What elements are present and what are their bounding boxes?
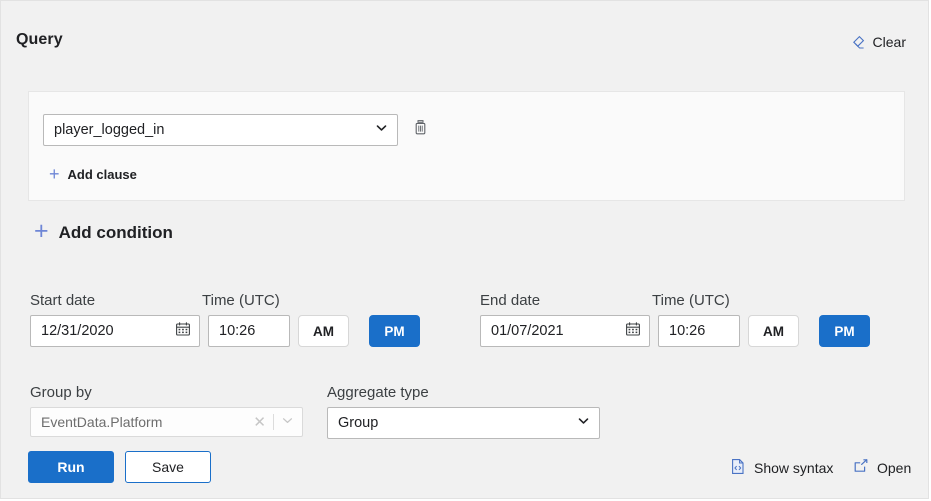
end-date-label: End date [480,292,541,309]
event-select[interactable]: player_logged_in [43,114,398,146]
add-clause-label: Add clause [67,166,137,182]
aggregate-type-label: Aggregate type [327,384,429,401]
add-condition-button[interactable]: + Add condition [34,217,173,245]
close-icon[interactable]: ✕ [253,415,266,430]
chevron-down-icon [375,122,388,139]
panel-header: Query Clear [1,1,928,73]
start-date-label: Start date [30,292,96,309]
start-time-value: 10:26 [219,323,256,339]
divider [273,414,274,430]
start-am-button[interactable]: AM [298,315,349,347]
start-date-value: 12/31/2020 [41,323,114,339]
end-datetime-group: End date Time (UTC) 01/07/2021 10:26 AM … [480,292,870,347]
clear-button[interactable]: Clear [850,34,906,50]
start-datetime-group: Start date Time (UTC) 12/31/2020 10:26 A… [30,292,420,347]
plus-icon: + [34,217,49,245]
end-labels-row: End date Time (UTC) [480,292,870,315]
clause-card: player_logged_in + Add clause [28,91,905,201]
end-pm-button[interactable]: PM [819,315,870,347]
end-date-input[interactable]: 01/07/2021 [480,315,650,347]
query-panel: Query Clear player_logged_in + Add claus… [0,0,929,499]
save-button[interactable]: Save [125,451,211,483]
start-inputs-row: 12/31/2020 10:26 AM PM [30,315,420,347]
event-select-value: player_logged_in [54,122,165,138]
clause-row: player_logged_in [43,114,430,146]
calendar-icon[interactable] [625,321,641,341]
start-pm-button[interactable]: PM [369,315,420,347]
clear-label: Clear [872,34,906,50]
start-time-label: Time (UTC) [202,292,280,309]
calendar-icon[interactable] [175,321,191,341]
start-time-input[interactable]: 10:26 [208,315,290,347]
show-syntax-label: Show syntax [754,460,834,476]
eraser-icon [850,34,866,50]
delete-clause-button[interactable] [410,119,430,141]
end-am-button[interactable]: AM [748,315,799,347]
plus-icon: + [49,164,60,184]
chevron-down-icon[interactable] [281,414,294,430]
add-clause-button[interactable]: + Add clause [49,165,137,183]
aggregate-type-group: Aggregate type Group [327,384,600,439]
aggregate-type-value: Group [338,415,379,431]
run-button[interactable]: Run [28,451,114,483]
group-by-value: EventData.Platform [41,414,163,430]
trash-icon [413,119,428,141]
group-by-controls: ✕ [253,408,294,436]
end-time-input[interactable]: 10:26 [658,315,740,347]
open-label: Open [877,459,912,476]
start-labels-row: Start date Time (UTC) [30,292,420,315]
end-time-value: 10:26 [669,323,706,339]
end-time-label: Time (UTC) [652,292,730,309]
group-by-input[interactable]: EventData.Platform ✕ [30,407,303,437]
open-button[interactable]: Open [853,458,911,477]
group-by-group: Group by EventData.Platform ✕ [30,384,303,437]
group-by-label: Group by [30,384,92,401]
aggregate-type-select[interactable]: Group [327,407,600,439]
show-syntax-button[interactable]: Show syntax [730,458,833,478]
external-link-icon [853,458,869,477]
chevron-down-icon [577,415,590,432]
start-date-input[interactable]: 12/31/2020 [30,315,200,347]
page-title: Query [16,31,63,48]
code-file-icon [730,458,746,478]
add-condition-label: Add condition [58,222,173,242]
end-inputs-row: 01/07/2021 10:26 AM PM [480,315,870,347]
end-date-value: 01/07/2021 [491,323,564,339]
